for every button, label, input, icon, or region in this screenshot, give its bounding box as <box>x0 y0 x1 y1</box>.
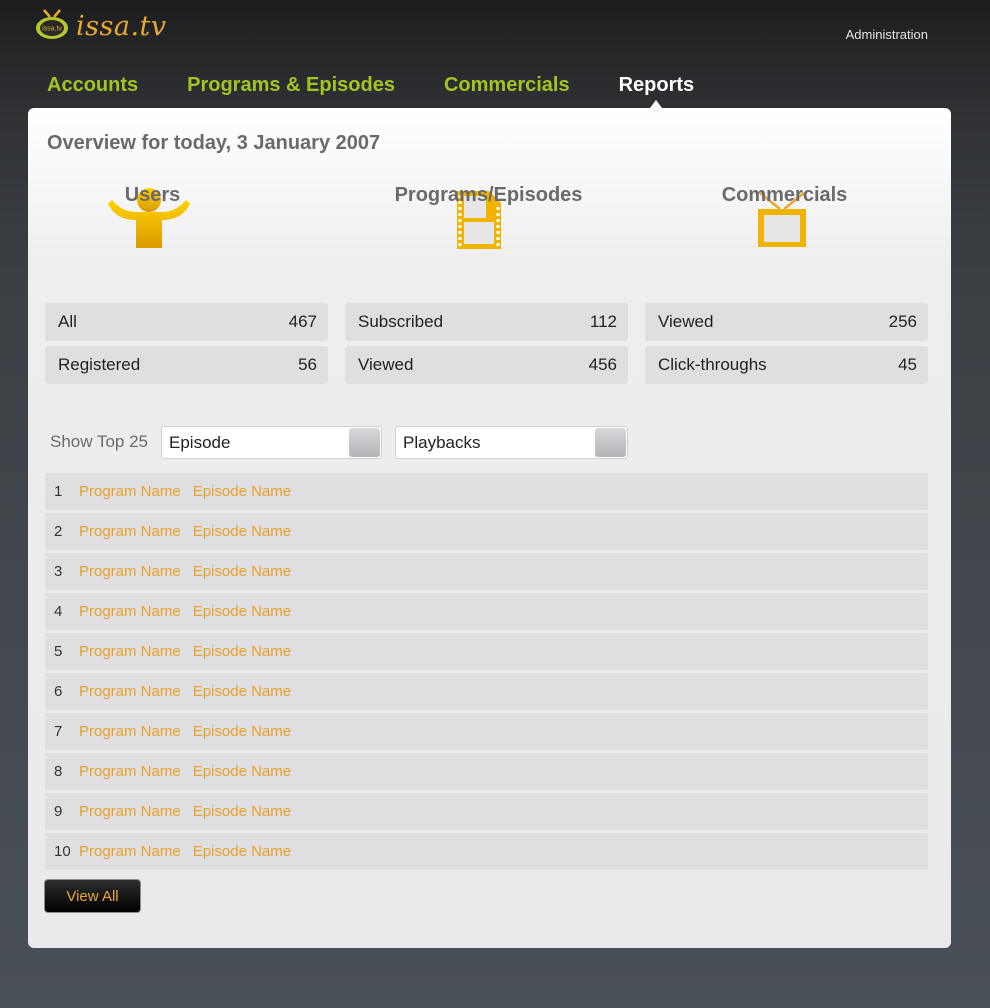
program-name-link[interactable]: Program Name <box>79 843 181 860</box>
stat-commercials-viewed: Viewed 256 <box>645 303 928 341</box>
episode-name-link[interactable]: Episode Name <box>193 483 291 500</box>
stat-commercials-clickthroughs: Click-throughs 45 <box>645 346 928 384</box>
episode-name-link[interactable]: Episode Name <box>193 803 291 820</box>
svg-text:issa.tv: issa.tv <box>42 26 62 33</box>
list-item: 4 Program Name Episode Name <box>45 593 928 630</box>
show-top-label: Show Top 25 <box>50 432 148 451</box>
tab-accounts[interactable]: Accounts <box>47 74 138 97</box>
episode-name-link[interactable]: Episode Name <box>193 763 291 780</box>
metric-select-value: Playbacks <box>403 432 481 452</box>
type-select-value: Episode <box>169 432 231 452</box>
tab-programs-episodes[interactable]: Programs & Episodes <box>187 74 395 97</box>
list-item: 1 Program Name Episode Name <box>45 473 928 510</box>
list-item: 6 Program Name Episode Name <box>45 673 928 710</box>
rank-number: 1 <box>54 483 63 500</box>
view-all-button[interactable]: View All <box>44 879 141 913</box>
stat-users-all: All 467 <box>45 303 328 341</box>
dropdown-button[interactable] <box>349 428 380 457</box>
stat-label: Click-throughs <box>658 355 767 374</box>
episode-name-link[interactable]: Episode Name <box>193 843 291 860</box>
rank-number: 5 <box>54 643 63 660</box>
program-name-link[interactable]: Program Name <box>79 523 181 540</box>
episode-name-link[interactable]: Episode Name <box>193 643 291 660</box>
program-name-link[interactable]: Program Name <box>79 763 181 780</box>
list-item: 7 Program Name Episode Name <box>45 713 928 750</box>
program-name-link[interactable]: Program Name <box>79 643 181 660</box>
stat-value: 45 <box>898 355 917 374</box>
episode-name-link[interactable]: Episode Name <box>193 563 291 580</box>
list-item: 9 Program Name Episode Name <box>45 793 928 830</box>
stat-value: 112 <box>589 312 617 331</box>
stat-label: Viewed <box>358 355 414 374</box>
stat-value: 256 <box>888 312 917 331</box>
stat-label: Registered <box>58 355 141 374</box>
episode-name-link[interactable]: Episode Name <box>193 683 291 700</box>
program-name-link[interactable]: Program Name <box>79 723 181 740</box>
users-heading: Users <box>124 184 181 206</box>
rank-number: 9 <box>54 803 63 820</box>
programs-episodes-heading: Programs/Episodes <box>394 184 583 206</box>
rank-number: 10 <box>54 843 71 860</box>
dropdown-button[interactable] <box>595 428 626 457</box>
program-name-link[interactable]: Program Name <box>79 683 181 700</box>
episode-name-link[interactable]: Episode Name <box>193 723 291 740</box>
rank-number: 3 <box>54 563 63 580</box>
list-item: 8 Program Name Episode Name <box>45 753 928 790</box>
list-item: 2 Program Name Episode Name <box>45 513 928 550</box>
stat-value: 456 <box>588 355 617 374</box>
program-name-link[interactable]: Program Name <box>79 803 181 820</box>
episode-name-link[interactable]: Episode Name <box>193 523 291 540</box>
rank-number: 7 <box>54 723 63 740</box>
reports-panel: Overview for today, 3 January 2007 Users <box>28 108 951 948</box>
brand-name: issa.tv <box>76 10 167 42</box>
program-name-link[interactable]: Program Name <box>79 563 181 580</box>
metric-select[interactable]: Playbacks <box>395 426 628 459</box>
list-item: 10 Program Name Episode Name <box>45 833 928 870</box>
episode-name-link[interactable]: Episode Name <box>193 603 291 620</box>
stat-label: Viewed <box>658 312 714 331</box>
stat-label: All <box>58 312 77 331</box>
list-item: 5 Program Name Episode Name <box>45 633 928 670</box>
stat-value: 56 <box>298 355 317 374</box>
stat-programs-subscribed: Subscribed 112 <box>345 303 628 341</box>
administration-link[interactable]: Administration <box>846 27 928 42</box>
stat-value: 467 <box>288 312 317 331</box>
stat-programs-viewed: Viewed 456 <box>345 346 628 384</box>
rank-number: 2 <box>54 523 63 540</box>
tv-logo-icon: issa.tv <box>34 8 70 44</box>
tab-reports[interactable]: Reports <box>619 74 695 97</box>
list-item: 3 Program Name Episode Name <box>45 553 928 590</box>
rank-number: 8 <box>54 763 63 780</box>
tab-commercials[interactable]: Commercials <box>444 74 570 97</box>
stat-users-registered: Registered 56 <box>45 346 328 384</box>
rank-number: 6 <box>54 683 63 700</box>
page-title: Overview for today, 3 January 2007 <box>47 132 381 154</box>
program-name-link[interactable]: Program Name <box>79 603 181 620</box>
main-nav: Accounts Programs & Episodes Commercials… <box>47 74 743 97</box>
stat-label: Subscribed <box>358 312 444 331</box>
program-name-link[interactable]: Program Name <box>79 483 181 500</box>
brand-logo[interactable]: issa.tv issa.tv <box>34 8 167 44</box>
commercials-heading: Commercials <box>721 184 848 206</box>
rank-number: 4 <box>54 603 63 620</box>
type-select[interactable]: Episode <box>161 426 382 459</box>
